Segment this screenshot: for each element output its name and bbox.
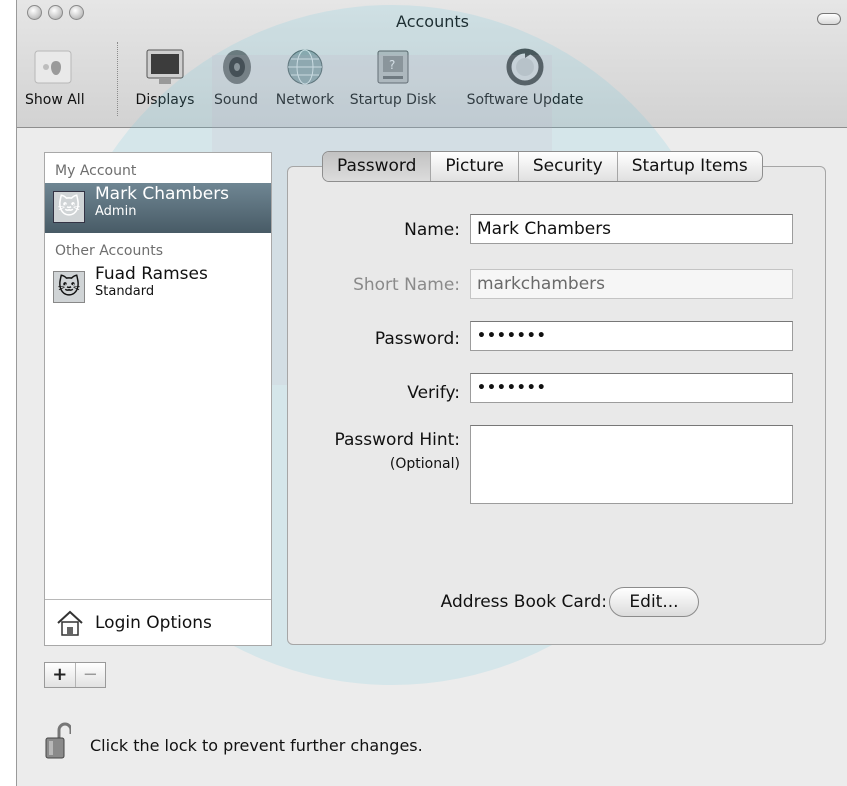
- toolbar-label: Startup Disk: [349, 92, 437, 108]
- toolbar-label: Sound: [213, 92, 259, 108]
- toolbar-label: Network: [275, 92, 335, 108]
- short-name-label: Short Name:: [353, 275, 460, 295]
- add-account-button[interactable]: +: [45, 663, 76, 687]
- tab-bar: Password Picture Security Startup Items: [322, 151, 763, 182]
- account-item-mark-chambers[interactable]: 🐱 Mark Chambers Admin: [45, 183, 271, 233]
- edit-address-book-button[interactable]: Edit...: [609, 587, 699, 617]
- software-update-icon: [504, 46, 546, 88]
- speaker-icon: [215, 46, 257, 88]
- window-titlebar-toolbar: Accounts Show All Displays Sound Network…: [17, 0, 847, 128]
- tab-security[interactable]: Security: [519, 152, 618, 181]
- toolbar-label: Displays: [135, 92, 195, 108]
- accounts-window: Accounts Show All Displays Sound Network…: [16, 0, 847, 786]
- tab-startup-items[interactable]: Startup Items: [618, 152, 762, 181]
- verify-label: Verify:: [407, 383, 460, 403]
- display-icon: [144, 46, 186, 88]
- toolbar-separator: [117, 42, 118, 116]
- address-book-card-label: Address Book Card:: [440, 592, 607, 612]
- tab-password[interactable]: Password: [323, 152, 432, 181]
- account-item-fuad-ramses[interactable]: 🐱 Fuad Ramses Standard: [45, 263, 271, 313]
- toolbar-network[interactable]: Network: [271, 40, 339, 120]
- login-options-label: Login Options: [95, 612, 212, 633]
- short-name-field: markchambers: [470, 269, 793, 299]
- cat-avatar-icon: 🐱: [53, 271, 85, 303]
- toolbar-startup-disk[interactable]: ? Startup Disk: [343, 40, 443, 120]
- cat-avatar-icon: 🐱: [53, 191, 85, 223]
- window-title: Accounts: [396, 12, 469, 31]
- toolbar-label: Software Update: [466, 92, 584, 108]
- svg-text:?: ?: [389, 58, 395, 72]
- account-name: Mark Chambers: [95, 184, 230, 204]
- account-role: Admin: [95, 204, 137, 219]
- password-hint-field[interactable]: [470, 425, 793, 504]
- hard-disk-icon: ?: [372, 46, 414, 88]
- accounts-list: My Account 🐱 Mark Chambers Admin Other A…: [44, 152, 272, 646]
- lock-icon[interactable]: [45, 722, 71, 760]
- password-label: Password:: [374, 329, 460, 349]
- globe-icon: [284, 46, 326, 88]
- toolbar-software-update[interactable]: Software Update: [461, 40, 589, 120]
- verify-field[interactable]: •••••••: [470, 373, 793, 403]
- password-hint-label: Password Hint:: [334, 430, 460, 450]
- tab-picture[interactable]: Picture: [431, 152, 519, 181]
- toolbar-sound[interactable]: Sound: [207, 40, 265, 120]
- toolbar-label: Show All: [25, 92, 85, 108]
- toolbar-toggle-button[interactable]: [817, 13, 841, 25]
- my-account-heading: My Account: [55, 163, 137, 179]
- add-remove-account-buttons: + −: [44, 662, 106, 688]
- remove-account-button[interactable]: −: [76, 663, 106, 687]
- lock-status-text: Click the lock to prevent further change…: [90, 736, 423, 755]
- login-options-button[interactable]: Login Options: [45, 599, 271, 645]
- name-label: Name:: [404, 220, 460, 240]
- name-field[interactable]: Mark Chambers: [470, 214, 793, 244]
- account-role: Standard: [95, 284, 155, 299]
- toolbar-displays[interactable]: Displays: [129, 40, 201, 120]
- toolbar-show-all[interactable]: Show All: [25, 40, 85, 120]
- password-field[interactable]: •••••••: [470, 321, 793, 351]
- apple-grid-icon: [32, 46, 74, 88]
- account-name: Fuad Ramses: [95, 264, 208, 284]
- house-icon: [57, 610, 83, 636]
- toolbar: Show All Displays Sound Network ? Startu…: [17, 40, 847, 120]
- other-accounts-heading: Other Accounts: [55, 243, 164, 259]
- password-hint-optional: (Optional): [389, 456, 460, 472]
